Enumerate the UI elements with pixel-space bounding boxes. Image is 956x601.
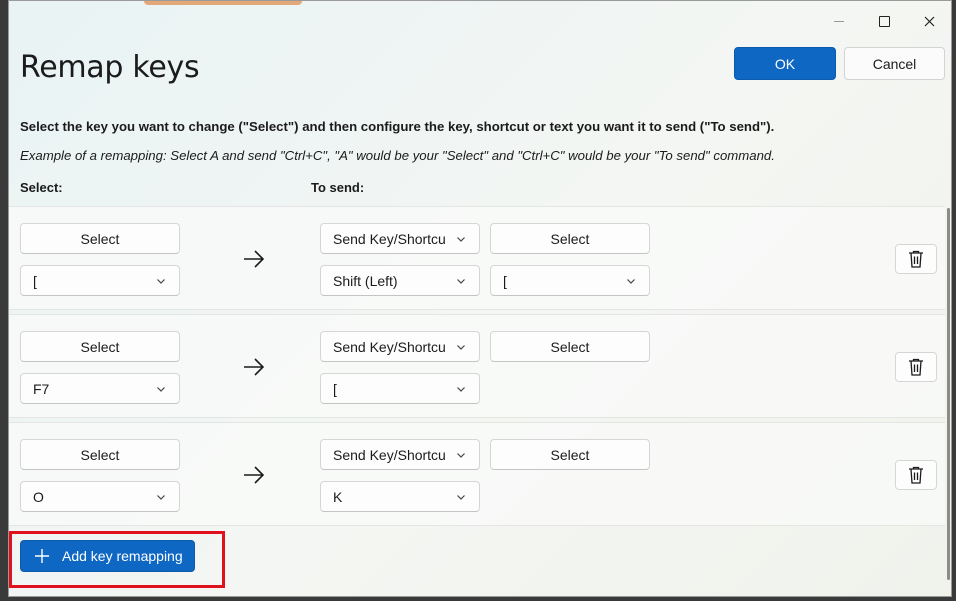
plus-icon [35, 549, 49, 563]
select-key-dropdown[interactable]: [ [20, 265, 180, 296]
send-type-dropdown[interactable]: Send Key/Shortcu [320, 223, 480, 254]
minimize-icon [834, 20, 844, 22]
page-title: Remap keys [20, 50, 200, 85]
send-key-value: [ [333, 380, 337, 397]
arrow-right-icon [244, 358, 265, 376]
trash-icon [909, 250, 923, 268]
chevron-down-icon [457, 495, 465, 500]
select-key-button[interactable]: Select [20, 223, 180, 254]
select-key-dropdown[interactable]: F7 [20, 373, 180, 404]
send-key-value-2: [ [503, 272, 507, 289]
close-button[interactable] [909, 7, 949, 35]
send-key-dropdown-2[interactable]: [ [490, 265, 650, 296]
maximize-icon [878, 15, 890, 27]
select-key-button[interactable]: Select [20, 439, 180, 470]
chevron-down-icon [457, 453, 465, 458]
chevron-down-icon [457, 387, 465, 392]
instructions-text: Select the key you want to change ("Sele… [20, 119, 775, 134]
select-key-value: F7 [33, 380, 50, 397]
send-select-button[interactable]: Select [490, 223, 650, 254]
select-key-value: O [33, 488, 44, 505]
vertical-scrollbar[interactable] [947, 208, 950, 580]
send-key-value: K [333, 488, 343, 505]
send-select-button[interactable]: Select [490, 439, 650, 470]
remap-row: Select O Send Key/Shortcu Select K [9, 422, 945, 526]
send-type-value: Send Key/Shortcu [333, 338, 446, 355]
remap-row: Select F7 Send Key/Shortcu Select [ [9, 314, 945, 418]
chevron-down-icon [457, 237, 465, 242]
send-select-button[interactable]: Select [490, 331, 650, 362]
add-key-remapping-button[interactable]: Add key remapping [20, 540, 195, 572]
delete-row-button[interactable] [895, 244, 937, 274]
delete-row-button[interactable] [895, 352, 937, 382]
chevron-down-icon [157, 387, 165, 392]
send-key-dropdown[interactable]: [ [320, 373, 480, 404]
close-icon [924, 16, 934, 26]
chevron-down-icon [157, 495, 165, 500]
send-type-dropdown[interactable]: Send Key/Shortcu [320, 331, 480, 362]
to-send-column-header: To send: [311, 181, 365, 192]
remapping-list: Select [ Send Key/Shortcu Select Shift (… [9, 206, 945, 596]
chevron-down-icon [457, 279, 465, 284]
select-key-button[interactable]: Select [20, 331, 180, 362]
send-type-value: Send Key/Shortcu [333, 230, 446, 247]
remap-keys-window: Remap keys OK Cancel Select the key you … [8, 0, 952, 597]
send-key-dropdown[interactable]: Shift (Left) [320, 265, 480, 296]
maximize-button[interactable] [864, 7, 904, 35]
select-column-header: Select: [20, 181, 63, 192]
send-type-value: Send Key/Shortcu [333, 446, 446, 463]
send-key-value: Shift (Left) [333, 272, 398, 289]
trash-icon [909, 358, 923, 376]
remap-row: Select [ Send Key/Shortcu Select Shift (… [9, 206, 945, 310]
example-text: Example of a remapping: Select A and sen… [20, 148, 775, 163]
send-type-dropdown[interactable]: Send Key/Shortcu [320, 439, 480, 470]
chevron-down-icon [627, 279, 635, 284]
arrow-right-icon [244, 250, 265, 268]
arrow-right-icon [244, 466, 265, 484]
send-key-dropdown[interactable]: K [320, 481, 480, 512]
add-key-remapping-label: Add key remapping [62, 548, 183, 564]
taskbar-accent [144, 1, 302, 5]
chevron-down-icon [157, 279, 165, 284]
minimize-button[interactable] [819, 7, 859, 35]
cancel-button[interactable]: Cancel [844, 47, 945, 80]
ok-button[interactable]: OK [734, 47, 836, 80]
select-key-value: [ [33, 272, 37, 289]
delete-row-button[interactable] [895, 460, 937, 490]
select-key-dropdown[interactable]: O [20, 481, 180, 512]
chevron-down-icon [457, 345, 465, 350]
trash-icon [909, 466, 923, 484]
